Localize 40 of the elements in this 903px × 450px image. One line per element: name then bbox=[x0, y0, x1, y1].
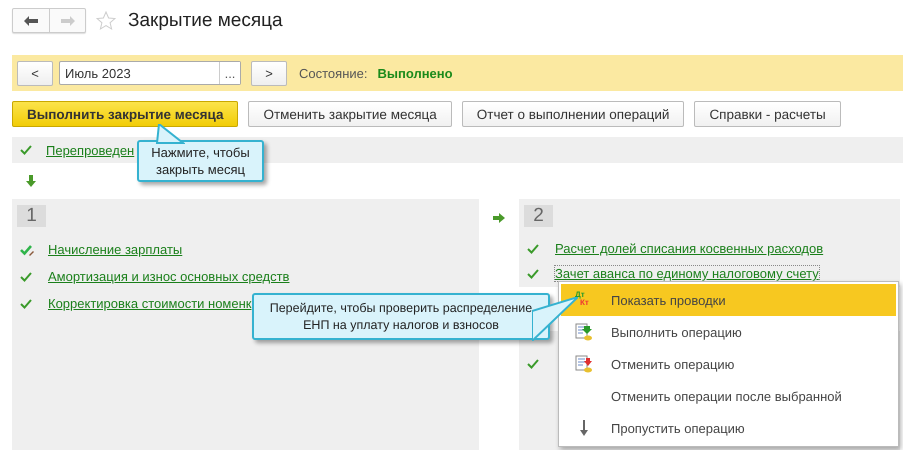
right-arrow-icon bbox=[493, 212, 505, 224]
state-label: Состояние: bbox=[299, 66, 368, 80]
action-button[interactable]: Отменить закрытие месяца bbox=[248, 101, 452, 127]
callout-pointer bbox=[155, 124, 185, 144]
check-icon bbox=[527, 268, 541, 280]
check-icon bbox=[20, 270, 34, 282]
stage-number: 2 bbox=[524, 205, 553, 227]
down-arrow-icon bbox=[25, 175, 37, 187]
select-button[interactable]: ... bbox=[219, 62, 240, 84]
star-icon[interactable] bbox=[96, 10, 116, 30]
operation-link[interactable]: Перепроведен bbox=[46, 142, 134, 158]
down-arrow-icon bbox=[579, 420, 589, 436]
state-value: Выполнено bbox=[377, 66, 453, 80]
menu-item[interactable]: Отменить операции после выбранной bbox=[561, 380, 896, 412]
action-button[interactable]: Отчет о выполнении операций bbox=[462, 101, 684, 127]
callout-pointer bbox=[532, 297, 578, 341]
operation-link[interactable]: Начисление зарплаты bbox=[48, 242, 182, 257]
menu-item[interactable]: Отменить операцию bbox=[561, 348, 896, 380]
document-icon bbox=[575, 355, 593, 373]
check-icon bbox=[527, 242, 541, 254]
check-pencil-icon bbox=[20, 244, 34, 256]
operation-link[interactable]: Расчет долей списания косвенных расходов bbox=[555, 241, 824, 256]
previous-button[interactable]: < bbox=[17, 60, 53, 86]
window-title: Закрытие месяца bbox=[128, 10, 283, 32]
period-field[interactable]: Июль 2023 ... bbox=[59, 61, 241, 85]
check-icon bbox=[20, 144, 34, 156]
back-arrow-icon bbox=[24, 16, 38, 26]
menu-item[interactable]: Выполнить операцию bbox=[561, 316, 896, 348]
operation-link[interactable]: Зачет аванса по единому налоговому счету bbox=[555, 266, 819, 281]
action-button[interactable]: Справки - расчеты bbox=[694, 101, 841, 127]
check-icon bbox=[20, 298, 34, 310]
document-icon bbox=[575, 323, 593, 341]
operation-link[interactable]: Амортизация и износ основных средств bbox=[48, 269, 290, 284]
next-button[interactable]: > bbox=[251, 60, 287, 86]
forward-arrow-icon bbox=[60, 16, 74, 26]
primary-button[interactable]: Выполнить закрытие месяца bbox=[12, 101, 238, 127]
menu-item[interactable]: Пропустить операцию bbox=[561, 412, 896, 444]
stage-number: 1 bbox=[17, 205, 46, 227]
operation-link[interactable]: Корректировка стоимости номенк bbox=[48, 296, 252, 311]
check-icon bbox=[527, 358, 541, 370]
